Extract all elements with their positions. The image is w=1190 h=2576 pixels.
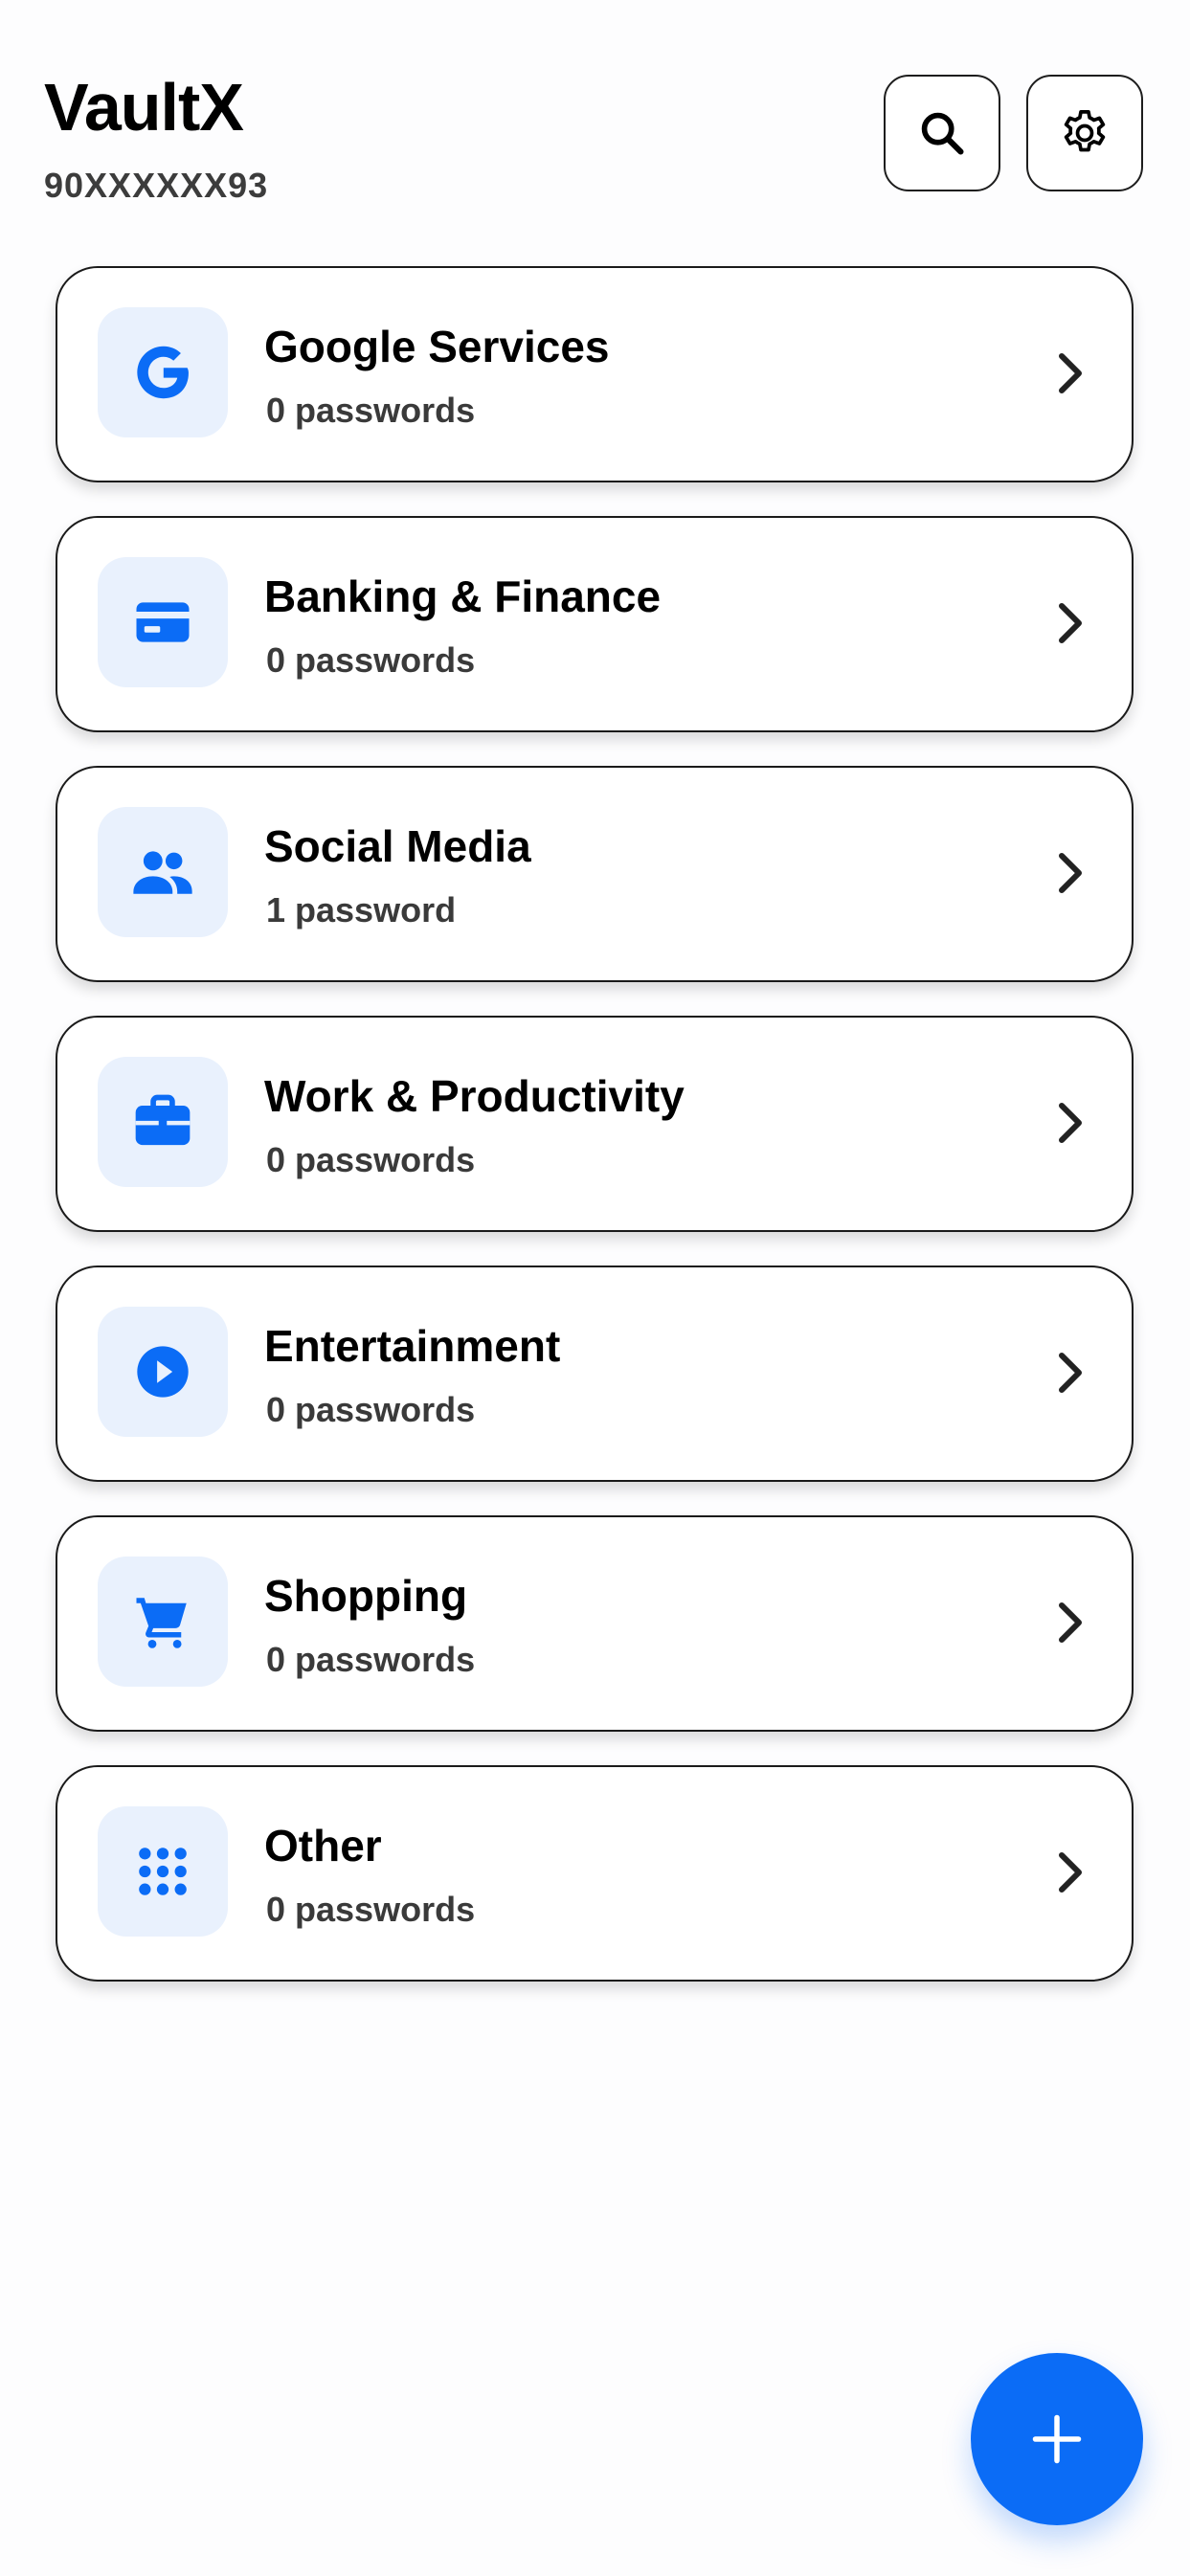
category-card-shopping[interactable]: Shopping 0 passwords xyxy=(56,1515,1134,1732)
gear-icon xyxy=(1064,109,1106,152)
category-card-social-media[interactable]: Social Media 1 password xyxy=(56,766,1134,982)
credit-card-icon xyxy=(136,602,190,642)
category-count: 0 passwords xyxy=(266,1640,476,1679)
people-icon xyxy=(133,851,192,894)
chevron-right-icon xyxy=(1047,1600,1093,1646)
category-icon-tile xyxy=(98,1307,228,1437)
category-icon-tile xyxy=(98,1806,228,1937)
category-title: Banking & Finance xyxy=(264,571,662,621)
category-card-google-services[interactable]: Google Services 0 passwords xyxy=(56,266,1134,482)
app-title: VaultX xyxy=(44,70,244,145)
chevron-right-icon xyxy=(1047,1100,1093,1146)
category-count: 0 passwords xyxy=(266,1140,476,1179)
add-password-button[interactable] xyxy=(971,2353,1143,2525)
category-title: Social Media xyxy=(264,821,531,871)
vault-home-screen: VaultX 90XXXXXX93 Google Services 0 pass… xyxy=(0,0,1190,2576)
category-count: 0 passwords xyxy=(266,640,476,680)
category-card-work-productivity[interactable]: Work & Productivity 0 passwords xyxy=(56,1016,1134,1232)
search-icon xyxy=(921,112,964,155)
category-card-entertainment[interactable]: Entertainment 0 passwords xyxy=(56,1266,1134,1482)
account-number: 90XXXXXX93 xyxy=(44,166,269,205)
category-count: 0 passwords xyxy=(266,391,476,430)
category-list: Google Services 0 passwords Banking & Fi… xyxy=(56,266,1134,2015)
briefcase-icon xyxy=(135,1094,191,1146)
category-card-banking-finance[interactable]: Banking & Finance 0 passwords xyxy=(56,516,1134,732)
category-icon-tile xyxy=(98,1557,228,1687)
category-title: Google Services xyxy=(264,322,610,371)
chevron-right-icon xyxy=(1047,350,1093,396)
chevron-right-icon xyxy=(1047,1350,1093,1396)
category-title: Other xyxy=(264,1821,382,1870)
category-title: Entertainment xyxy=(264,1321,561,1371)
category-icon-tile xyxy=(98,557,228,687)
search-button[interactable] xyxy=(884,75,1000,191)
app-header: VaultX 90XXXXXX93 xyxy=(0,0,1190,239)
category-title: Shopping xyxy=(264,1571,468,1621)
plus-icon xyxy=(1032,2414,1082,2464)
google-icon xyxy=(137,346,189,399)
category-icon-tile xyxy=(98,1057,228,1187)
settings-button[interactable] xyxy=(1026,75,1143,191)
play-icon xyxy=(137,1346,189,1398)
category-count: 0 passwords xyxy=(266,1890,476,1929)
category-icon-tile xyxy=(98,807,228,937)
category-title: Work & Productivity xyxy=(264,1071,685,1121)
chevron-right-icon xyxy=(1047,1849,1093,1895)
cart-icon xyxy=(136,1598,187,1648)
category-count: 0 passwords xyxy=(266,1390,476,1429)
category-count: 1 password xyxy=(266,890,457,930)
category-card-other[interactable]: Other 0 passwords xyxy=(56,1765,1134,1982)
chevron-right-icon xyxy=(1047,600,1093,646)
category-icon-tile xyxy=(98,307,228,437)
chevron-right-icon xyxy=(1047,850,1093,896)
grid-icon xyxy=(139,1848,187,1895)
